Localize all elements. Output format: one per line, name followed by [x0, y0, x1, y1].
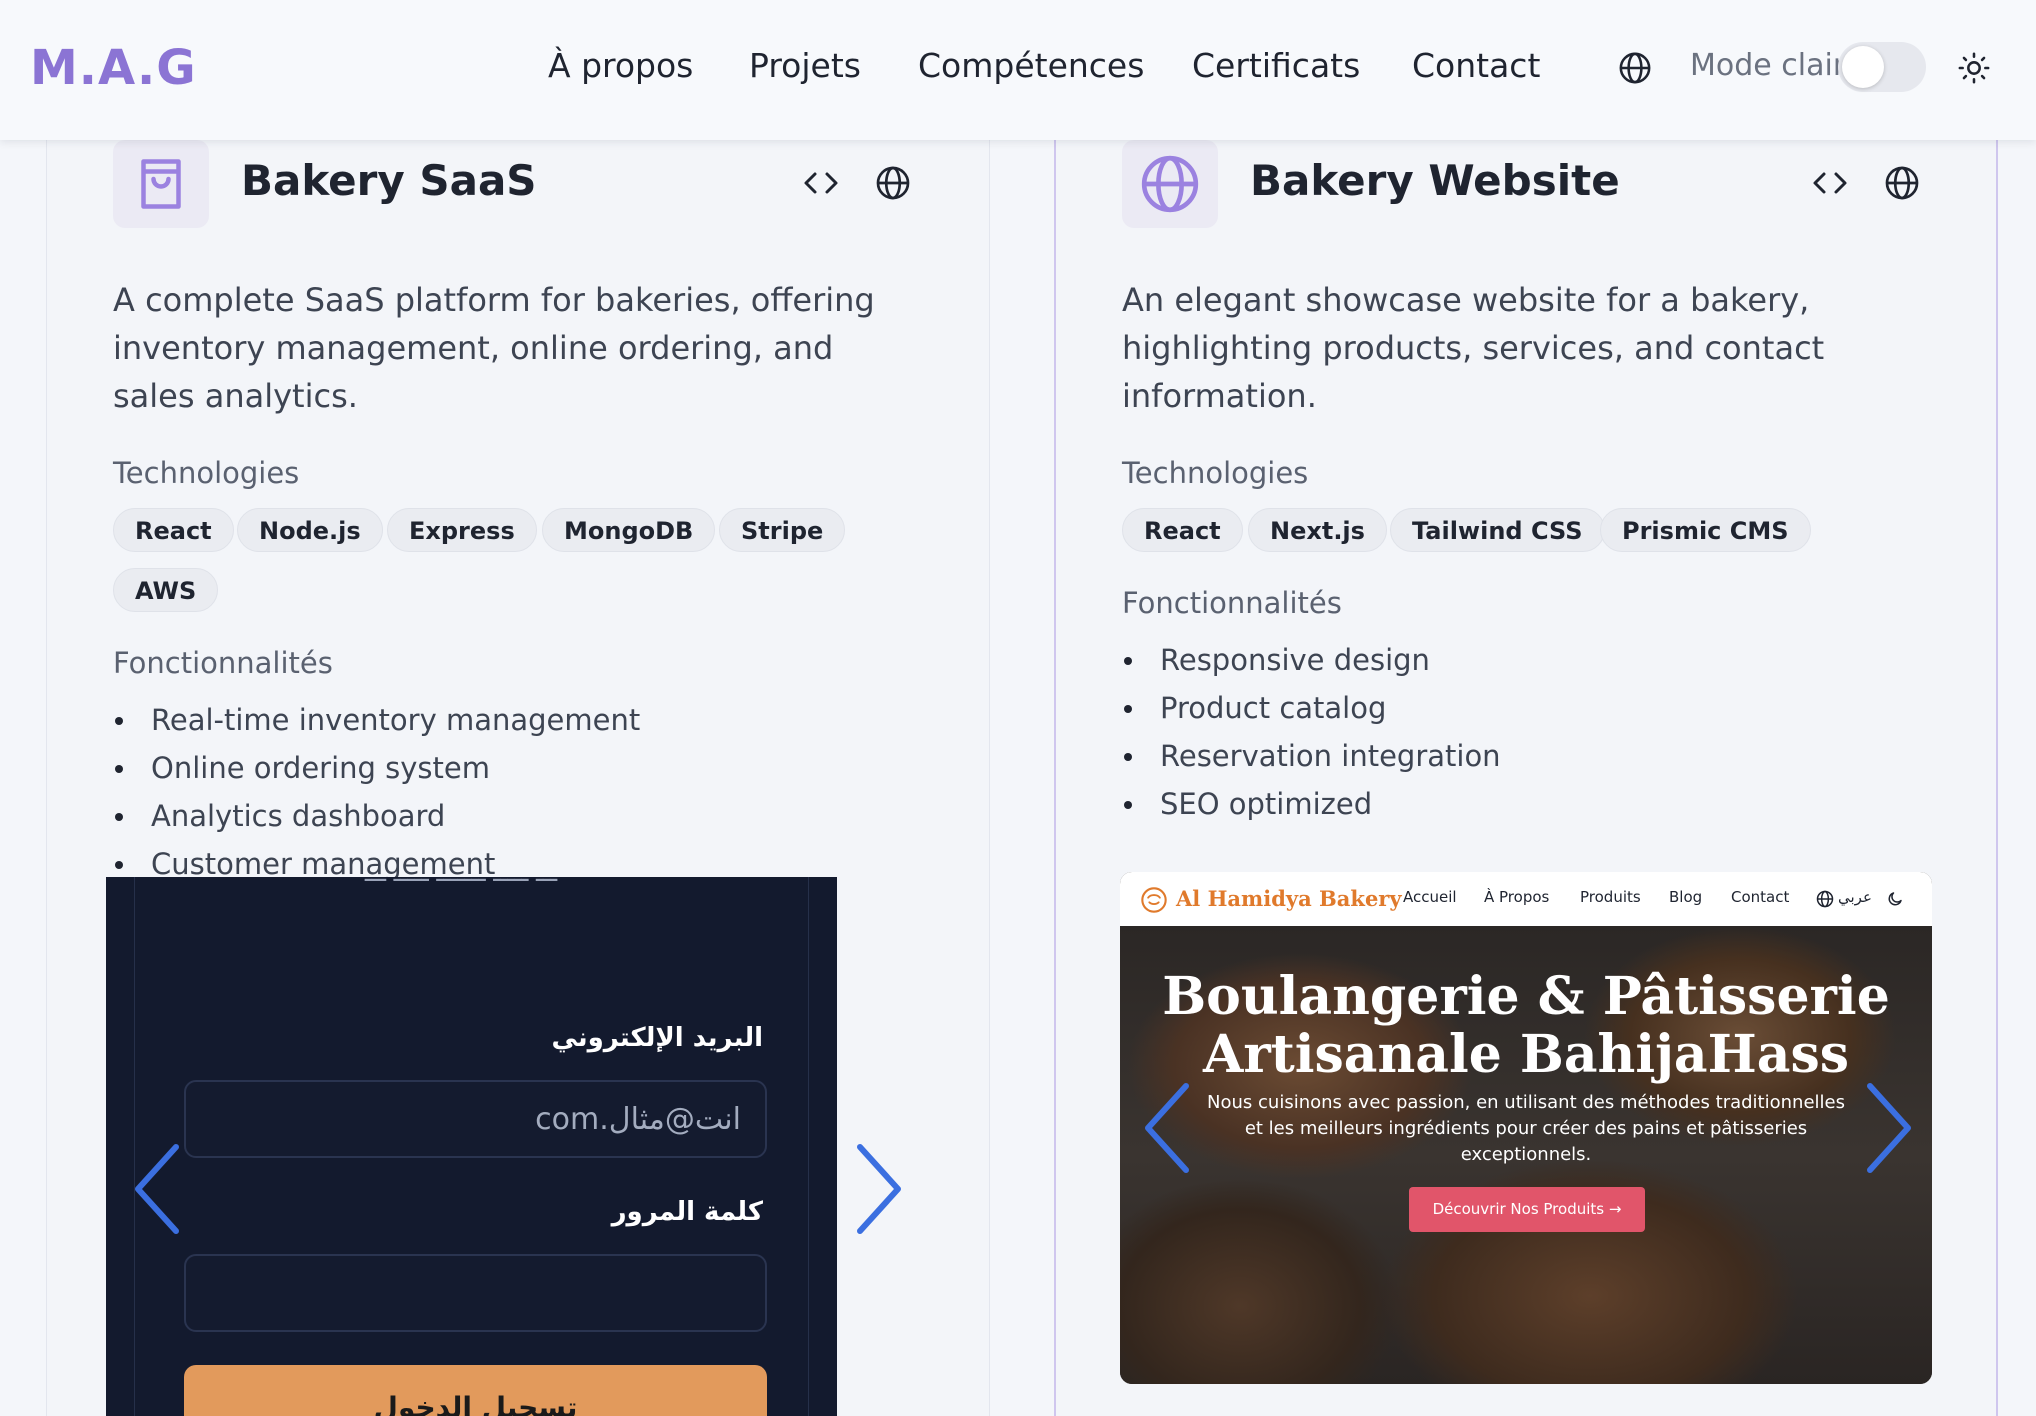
- nav-link-about[interactable]: À propos: [548, 46, 693, 85]
- password-field[interactable]: [184, 1254, 767, 1332]
- feature-item: Online ordering system: [113, 744, 640, 792]
- site-nav-link: Accueil: [1403, 888, 1457, 906]
- theme-toggle-knob: [1842, 46, 1884, 88]
- globe-icon[interactable]: [1884, 165, 1920, 201]
- sun-icon[interactable]: [1957, 51, 1991, 85]
- feature-list: Responsive design Product catalog Reserv…: [1122, 636, 1501, 828]
- project-description: A complete SaaS platform for bakeries, o…: [113, 281, 875, 415]
- tech-chip: Tailwind CSS: [1390, 508, 1605, 552]
- project-icon-box: [113, 140, 209, 228]
- feature-item: Responsive design: [1122, 636, 1501, 684]
- globe-icon: [1816, 890, 1834, 908]
- carousel-prev-icon[interactable]: [128, 1139, 188, 1239]
- email-field[interactable]: انت@مثال.com: [184, 1080, 767, 1158]
- site-nav-link: À Propos: [1484, 888, 1550, 906]
- tech-chip: Node.js: [237, 508, 383, 552]
- nav-link-certificates[interactable]: Certificats: [1192, 46, 1360, 85]
- project-title: Bakery Website: [1250, 156, 1620, 205]
- technologies-label: Technologies: [113, 456, 300, 490]
- feature-item: Product catalog: [1122, 684, 1501, 732]
- hero-title-line-1: Boulangerie & Pâtisserie: [1162, 966, 1890, 1027]
- globe-icon[interactable]: [1618, 51, 1652, 85]
- carousel-next-icon[interactable]: [848, 1139, 908, 1239]
- site-preview-nav: Al Hamidya Bakery Accueil À Propos Produ…: [1120, 872, 1932, 926]
- feature-item: Real-time inventory management: [113, 696, 640, 744]
- login-button[interactable]: تسجيل الدخول: [184, 1365, 767, 1416]
- email-label: البريد الإلكتروني: [551, 1023, 763, 1053]
- feature-list: Real-time inventory management Online or…: [113, 696, 640, 888]
- nav-link-skills[interactable]: Compétences: [918, 46, 1144, 85]
- project-screenshot-login: ـــ ـــــ ـــــــ ـــــ ـــ البريد الإلك…: [106, 877, 837, 1416]
- password-label: كلمة المرور: [611, 1197, 763, 1227]
- hero-title: Boulangerie & Pâtisserie Artisanale Bahi…: [1120, 968, 1932, 1084]
- carousel-next-icon[interactable]: [1858, 1078, 1918, 1178]
- project-icon-box: [1122, 140, 1218, 228]
- logo[interactable]: M.A.G: [30, 40, 197, 96]
- carousel-prev-icon[interactable]: [1138, 1078, 1198, 1178]
- globe-icon[interactable]: [875, 165, 911, 201]
- site-header: M.A.G À propos Projets Compétences Certi…: [0, 0, 2036, 140]
- site-nav-link: Produits: [1580, 888, 1641, 906]
- tech-chip: Next.js: [1248, 508, 1387, 552]
- globe-icon: [1141, 155, 1199, 213]
- tech-chip: React: [113, 508, 234, 552]
- bakery-logo-icon: [1141, 887, 1167, 913]
- project-screenshot-bakery-site: Al Hamidya Bakery Accueil À Propos Produ…: [1120, 872, 1932, 1384]
- nav-link-contact[interactable]: Contact: [1412, 46, 1540, 85]
- technologies-label: Technologies: [1122, 456, 1309, 490]
- moon-icon: [1888, 892, 1902, 906]
- site-nav-link: Blog: [1669, 888, 1703, 906]
- features-label: Fonctionnalités: [1122, 586, 1342, 620]
- nav-link-projects[interactable]: Projets: [749, 46, 861, 85]
- cut-off-text: ـــ ـــــ ـــــــ ـــــ ـــ: [246, 877, 676, 895]
- feature-item: Analytics dashboard: [113, 792, 640, 840]
- features-label: Fonctionnalités: [113, 646, 333, 680]
- discover-products-button: Découvrir Nos Produits →: [1409, 1187, 1645, 1232]
- email-placeholder: انت@مثال.com: [535, 1102, 741, 1137]
- project-description: An elegant showcase website for a bakery…: [1122, 281, 1825, 415]
- site-nav-link: Contact: [1731, 888, 1790, 906]
- hero-subtitle: Nous cuisinons avec passion, en utilisan…: [1207, 1092, 1845, 1165]
- hero-title-line-2: Artisanale BahijaHass: [1202, 1024, 1849, 1085]
- feature-item: SEO optimized: [1122, 780, 1501, 828]
- theme-toggle[interactable]: [1838, 42, 1926, 92]
- theme-mode-label: Mode clair: [1690, 48, 1846, 83]
- tech-chip: AWS: [113, 568, 219, 612]
- tech-chip: Stripe: [719, 508, 846, 552]
- tech-chip: React: [1122, 508, 1243, 552]
- code-icon[interactable]: [1812, 165, 1848, 201]
- tech-chip: MongoDB: [542, 508, 716, 552]
- tech-chip: Prismic CMS: [1600, 508, 1811, 552]
- site-brand: Al Hamidya Bakery: [1176, 886, 1402, 911]
- project-title: Bakery SaaS: [241, 156, 537, 205]
- language-switch: عربي: [1838, 888, 1872, 906]
- shopping-bag-icon: [141, 159, 181, 209]
- feature-item: Reservation integration: [1122, 732, 1501, 780]
- tech-chip: Express: [387, 508, 537, 552]
- code-icon[interactable]: [803, 165, 839, 201]
